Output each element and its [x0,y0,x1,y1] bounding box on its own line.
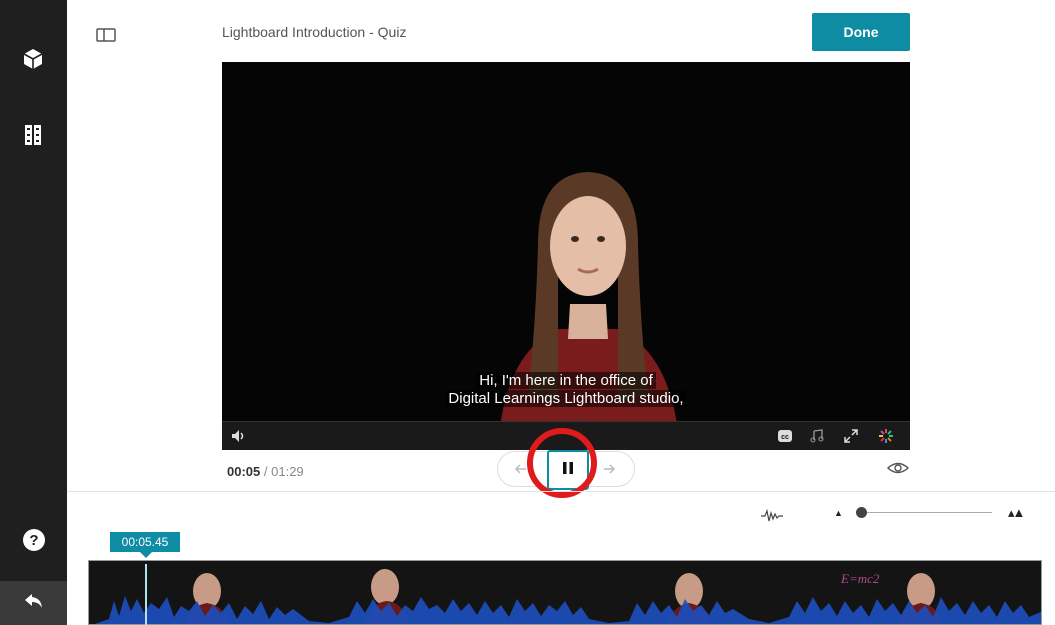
zoom-out-icon[interactable]: ▲ [834,508,843,518]
help-icon[interactable]: ? [22,528,46,552]
current-time: 00:05 [227,464,261,479]
back-icon [23,592,45,615]
closed-captions-icon[interactable]: cc [776,427,794,445]
playhead-line[interactable] [145,564,147,625]
brand-icon[interactable] [877,427,895,445]
section-divider [67,491,1055,492]
zoom-slider-track[interactable] [860,512,992,513]
timeline-track[interactable]: E=mc2 [88,560,1042,625]
total-time: 01:29 [271,464,304,479]
caption-line-1: Hi, I'm here in the office of [476,372,656,389]
time-display: 00:05 / 01:29 [227,464,304,479]
done-button[interactable]: Done [812,13,910,51]
panel-toggle-icon[interactable] [95,26,117,44]
fullscreen-icon[interactable] [842,427,860,445]
playhead-time-label: 00:05.45 [110,532,180,558]
video-player[interactable]: Hi, I'm here in the office of Digital Le… [222,62,910,450]
caption-line-2: Digital Learnings Lightboard studio, [445,390,687,407]
film-icon[interactable] [18,120,48,150]
svg-text:?: ? [29,532,38,549]
video-caption: Hi, I'm here in the office of Digital Le… [222,372,910,408]
audio-waveform [94,596,1041,624]
back-button[interactable] [0,581,67,625]
cube-icon[interactable] [18,44,48,74]
svg-text:cc: cc [781,434,789,441]
music-icon[interactable] [808,427,826,445]
waveform-toggle-icon[interactable] [760,508,784,524]
volume-icon[interactable] [230,427,248,445]
next-icon[interactable] [600,460,618,478]
page-title: Lightboard Introduction - Quiz [222,24,407,40]
eye-icon[interactable] [886,460,910,476]
formula-annotation: E=mc2 [840,571,880,586]
time-separator: / [263,464,268,479]
zoom-in-icon[interactable]: ▴▲ [1008,505,1025,521]
zoom-slider-thumb[interactable] [856,507,867,518]
highlight-annotation-circle [527,428,597,498]
